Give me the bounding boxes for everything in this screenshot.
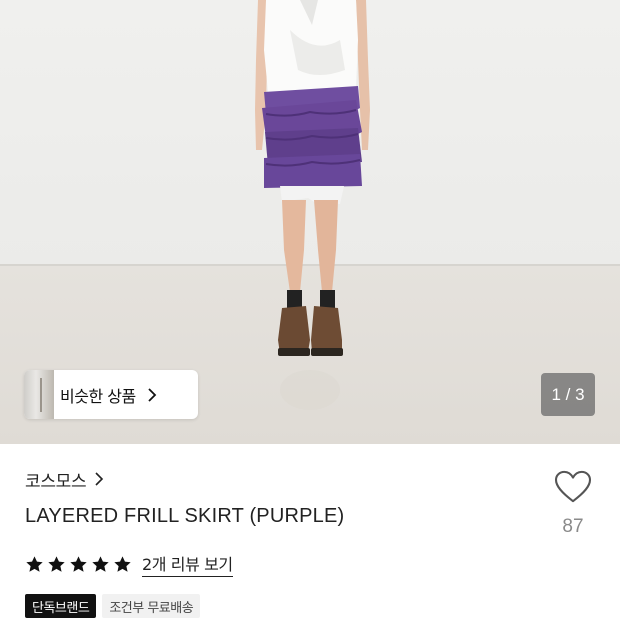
star-icon [114, 555, 131, 572]
chevron-right-icon [148, 387, 156, 402]
exclusive-brand-badge: 단독브랜드 [25, 594, 97, 618]
like-count: 87 [562, 516, 584, 537]
rating-row: 2개 리뷰 보기 [25, 550, 233, 578]
heart-icon [554, 470, 592, 503]
chevron-right-icon [95, 472, 104, 486]
star-icon [70, 555, 87, 572]
star-icon [26, 555, 43, 572]
product-title: LAYERED FRILL SKIRT (PURPLE) [25, 505, 345, 527]
image-counter: 1 / 3 [541, 373, 595, 416]
free-shipping-badge: 조건부 무료배송 [102, 594, 201, 618]
product-image-gallery[interactable]: 비슷한 상품 1 / 3 [0, 0, 620, 444]
product-page: 비슷한 상품 1 / 3 코스모스 LAYERED FRILL SKIRT (P… [0, 0, 620, 620]
star-icon [48, 555, 65, 572]
like-button[interactable]: 87 [550, 470, 596, 538]
star-icon [92, 555, 109, 572]
brand-name: 코스모스 [25, 471, 87, 492]
review-link[interactable]: 2개 리뷰 보기 [142, 551, 233, 577]
similar-products-button[interactable]: 비슷한 상품 [24, 370, 198, 419]
star-rating [25, 555, 132, 574]
brand-link[interactable]: 코스모스 [25, 466, 104, 492]
similar-products-label: 비슷한 상품 [60, 386, 136, 406]
badge-list: 단독브랜드 조건부 무료배송 [25, 594, 201, 618]
similar-product-thumbnail [24, 370, 54, 419]
